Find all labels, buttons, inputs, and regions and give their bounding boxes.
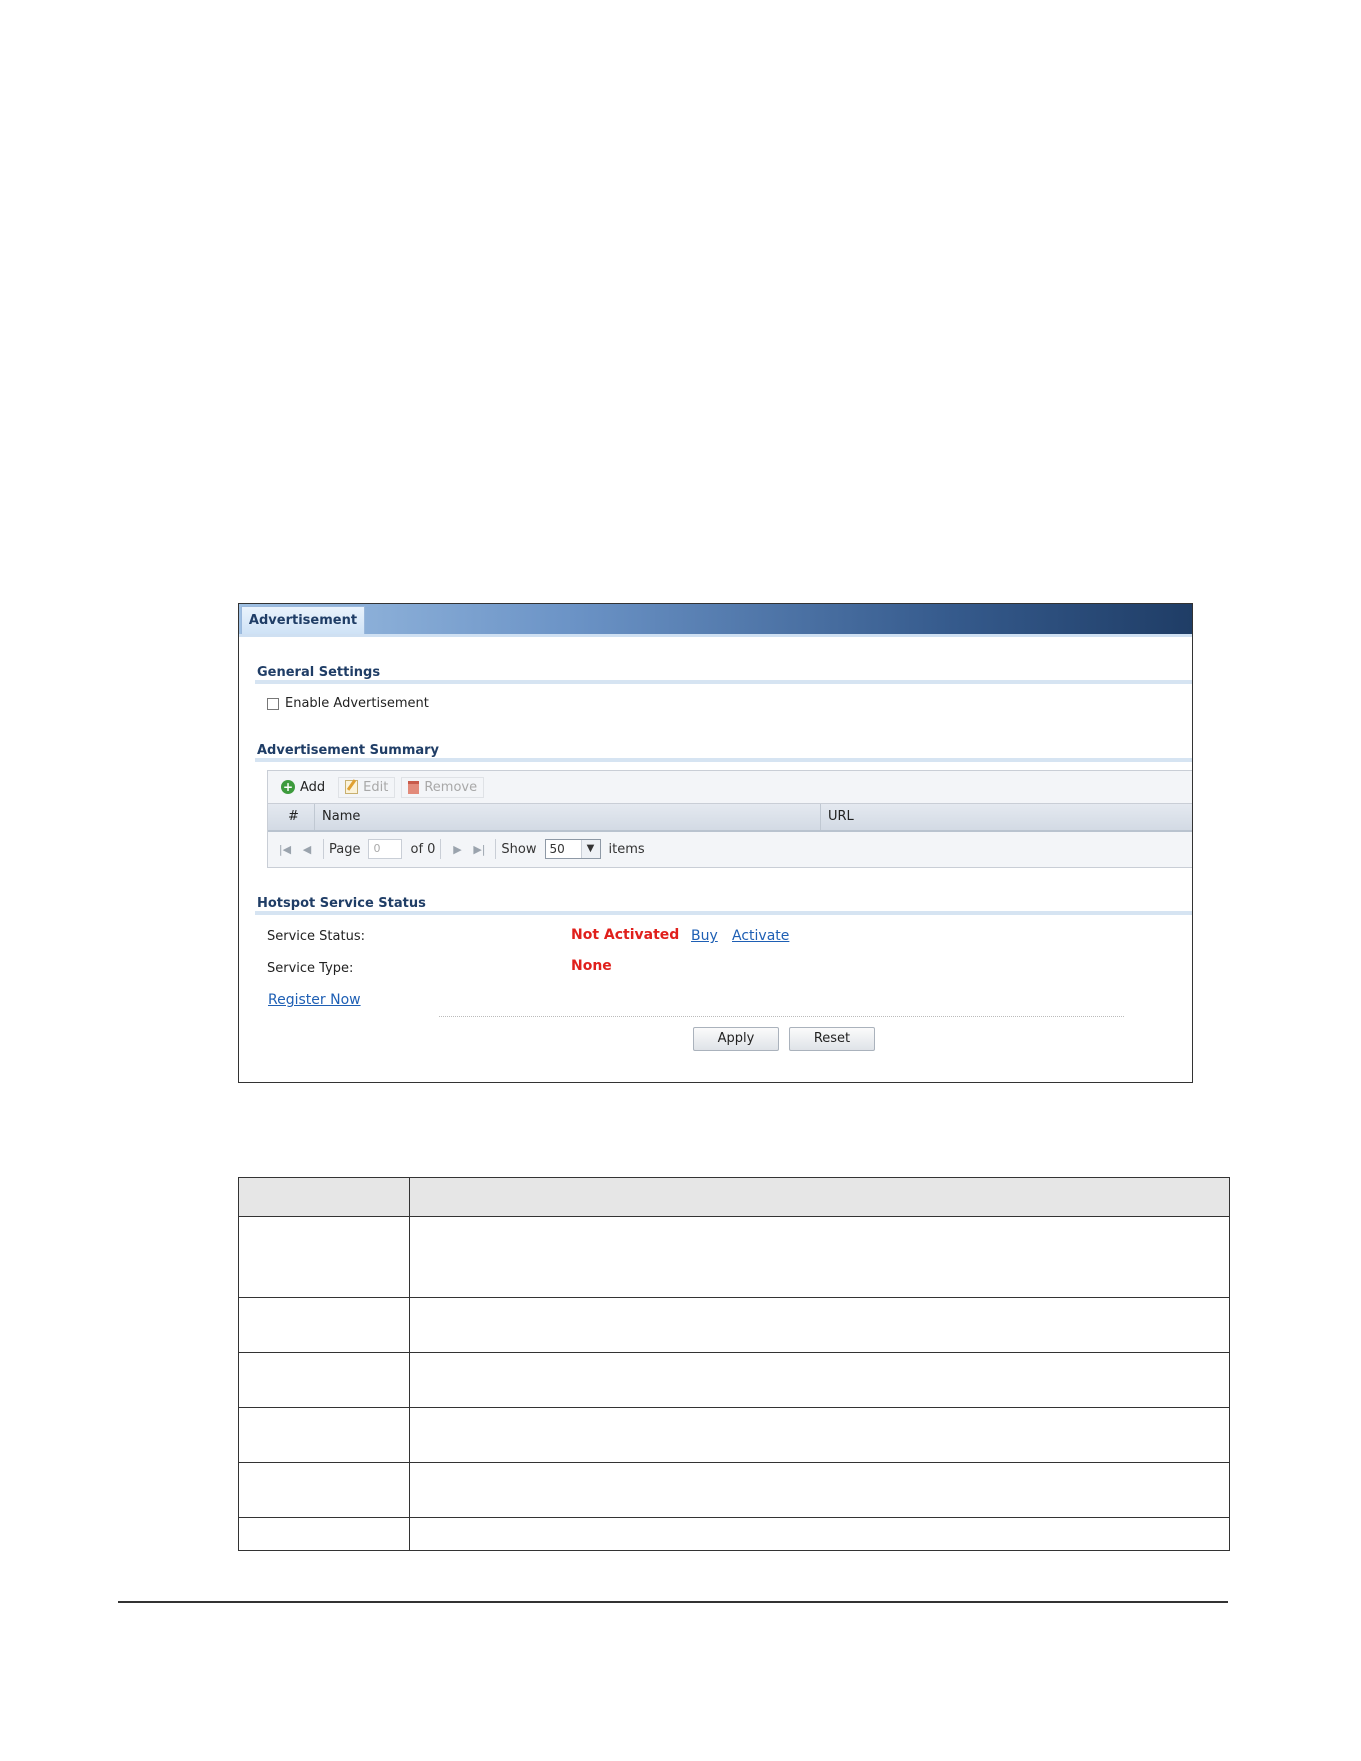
next-page-icon[interactable]: ▶ [446, 838, 468, 860]
table-cell [409, 1517, 1230, 1551]
add-icon: + [281, 780, 295, 794]
remove-button[interactable]: Remove [401, 776, 485, 798]
table-row [238, 1297, 1230, 1353]
items-label: items [608, 841, 645, 857]
pager: |◀ ◀ Page 0 of 0 ▶ ▶| Show 50 ▼ items [268, 831, 1192, 867]
items-per-page-select[interactable]: 50 ▼ [544, 839, 601, 859]
pager-separator [440, 839, 442, 859]
table-cell [409, 1407, 1230, 1463]
page-count-label: of 0 [410, 841, 436, 857]
column-number[interactable]: # [288, 804, 299, 830]
footer-divider [118, 1601, 1228, 1603]
advertisement-summary-grid: + Add Edit Remove # Name URL |◀ ◀ Page 0… [267, 770, 1192, 868]
button-divider [439, 1016, 1124, 1017]
table-cell [238, 1297, 410, 1353]
table-cell [238, 1407, 410, 1463]
register-now-link[interactable]: Register Now [268, 992, 361, 1008]
table-cell [409, 1297, 1230, 1353]
first-page-icon[interactable]: |◀ [274, 838, 296, 860]
column-separator [314, 804, 315, 830]
edit-icon [345, 780, 359, 794]
grid-header: # Name URL [268, 803, 1192, 832]
table-cell [409, 1352, 1230, 1408]
prev-page-icon[interactable]: ◀ [296, 838, 318, 860]
items-per-page-value: 50 [549, 842, 565, 856]
table-cell [238, 1352, 410, 1408]
service-type-label: Service Type: [267, 961, 354, 976]
table-cell [409, 1216, 1230, 1298]
edit-button[interactable]: Edit [338, 776, 396, 798]
table-row [238, 1216, 1230, 1298]
buy-link[interactable]: Buy [691, 928, 718, 944]
pager-separator [323, 839, 324, 859]
add-label: Add [300, 779, 326, 795]
show-label: Show [501, 841, 537, 857]
table-cell [238, 1216, 410, 1298]
edit-label: Edit [363, 779, 389, 795]
summary-toolbar: + Add Edit Remove [268, 771, 1192, 803]
table-cell [238, 1517, 410, 1551]
table-cell [409, 1177, 1230, 1217]
column-name[interactable]: Name [322, 804, 360, 830]
service-type-value: None [571, 958, 612, 974]
service-status-value: Not Activated [571, 927, 680, 943]
advertisement-screenshot: Advertisement General Settings Enable Ad… [238, 603, 1193, 1083]
page-number-input[interactable]: 0 [368, 839, 403, 859]
remove-label: Remove [424, 779, 478, 795]
table-row [238, 1407, 1230, 1463]
table-row [238, 1462, 1230, 1518]
pager-separator [495, 839, 497, 859]
page-label: Page [329, 841, 361, 857]
table-cell [409, 1462, 1230, 1518]
table-row [238, 1517, 1230, 1551]
column-separator [820, 804, 821, 830]
service-status-label: Service Status: [267, 929, 365, 944]
add-button[interactable]: + Add [274, 777, 332, 798]
reset-button[interactable]: Reset [789, 1027, 875, 1051]
enable-advertisement-checkbox[interactable] [267, 697, 279, 710]
chevron-down-icon: ▼ [580, 840, 600, 858]
section-divider [255, 911, 1192, 915]
enable-advertisement-row: Enable Advertisement [267, 696, 429, 711]
table-cell [238, 1177, 410, 1217]
trash-icon [408, 780, 420, 794]
column-url[interactable]: URL [828, 804, 854, 830]
last-page-icon[interactable]: ▶| [468, 838, 490, 860]
apply-button[interactable]: Apply [693, 1027, 779, 1051]
tab-bar: Advertisement [239, 604, 1192, 637]
field-description-table [238, 1177, 1230, 1551]
activate-link[interactable]: Activate [732, 928, 789, 944]
table-cell [238, 1462, 410, 1518]
tab-advertisement[interactable]: Advertisement [241, 606, 365, 634]
advertisement-summary-title: Advertisement Summary [257, 743, 440, 758]
general-settings-title: General Settings [257, 665, 381, 680]
table-header-row [238, 1177, 1230, 1217]
table-row [238, 1352, 1230, 1408]
hotspot-service-status-title: Hotspot Service Status [257, 896, 426, 911]
section-divider [255, 680, 1192, 684]
enable-advertisement-label: Enable Advertisement [285, 696, 429, 711]
section-divider [255, 758, 1192, 762]
